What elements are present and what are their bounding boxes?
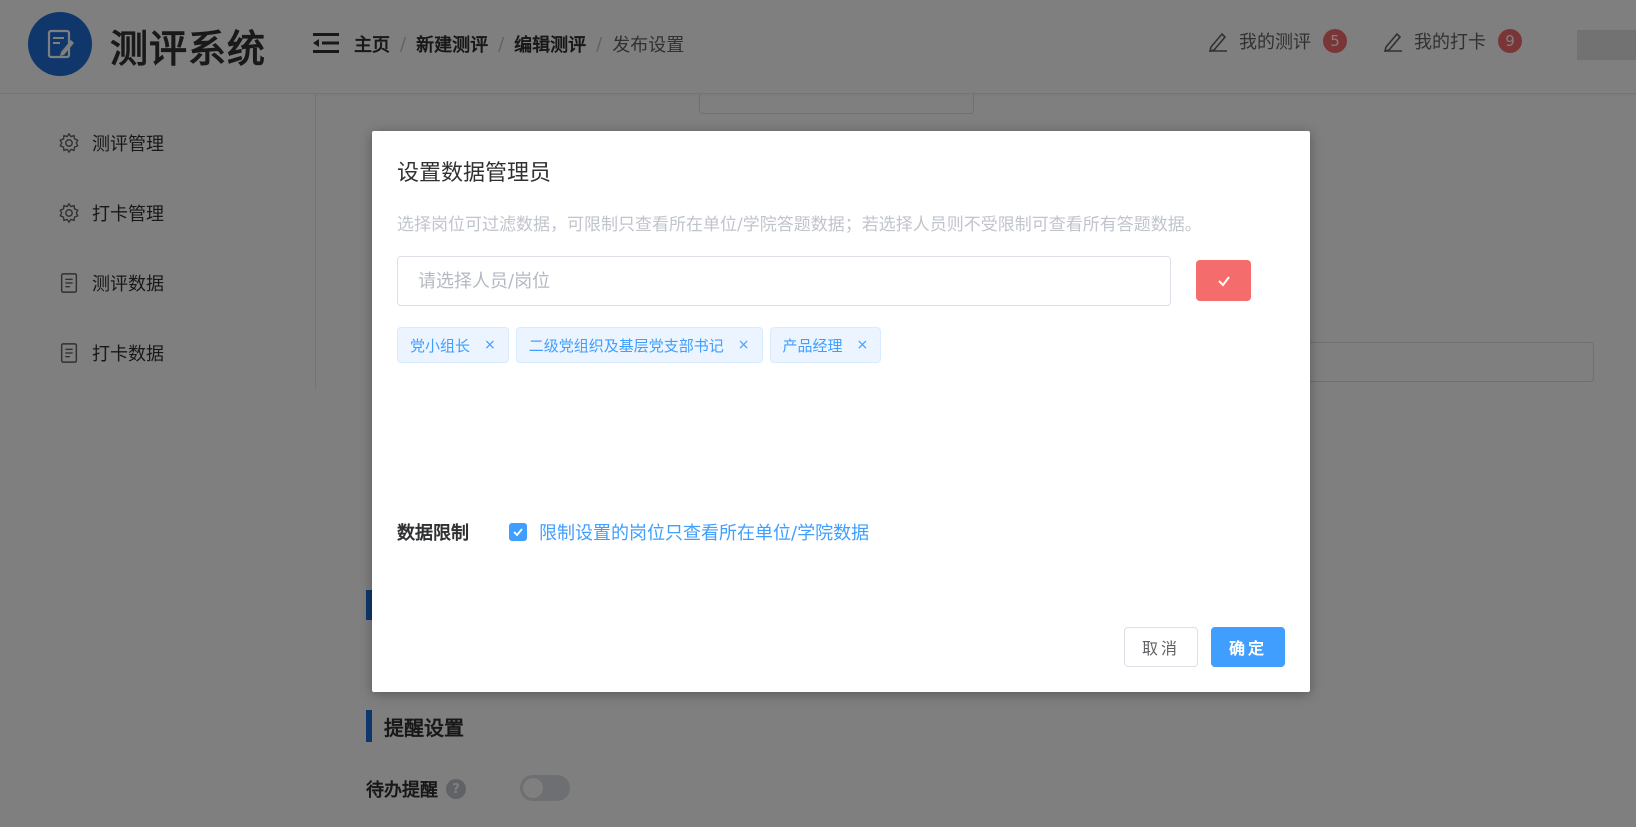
person-position-picker-input[interactable] [397, 256, 1171, 306]
tag-label: 二级党组织及基层党支部书记 [528, 336, 724, 355]
data-limit-checkbox[interactable] [509, 523, 527, 541]
tag-label: 产品经理 [782, 336, 843, 355]
close-icon[interactable]: × [857, 337, 869, 353]
data-limit-text[interactable]: 限制设置的岗位只查看所在单位/学院数据 [539, 519, 869, 545]
ok-button[interactable]: 确定 [1211, 627, 1285, 667]
selected-tag: 产品经理 × [769, 327, 882, 363]
set-data-admin-dialog: 设置数据管理员 选择岗位可过滤数据，可限制只查看所在单位/学院答题数据；若选择人… [372, 131, 1310, 692]
confirm-selection-button[interactable] [1196, 260, 1251, 301]
close-icon[interactable]: × [484, 337, 496, 353]
data-limit-label: 数据限制 [397, 523, 469, 544]
dialog-tip: 选择岗位可过滤数据，可限制只查看所在单位/学院答题数据；若选择人员则不受限制可查… [397, 215, 1202, 235]
selected-tags: 党小组长 × 二级党组织及基层党支部书记 × 产品经理 × [397, 327, 888, 363]
dialog-title: 设置数据管理员 [397, 161, 552, 186]
tag-label: 党小组长 [410, 336, 471, 355]
check-icon [513, 528, 523, 537]
data-limit-row: 数据限制 限制设置的岗位只查看所在单位/学院数据 [397, 519, 869, 545]
selected-tag: 党小组长 × [397, 327, 509, 363]
cancel-button[interactable]: 取消 [1124, 627, 1198, 667]
check-icon [1217, 275, 1230, 287]
close-icon[interactable]: × [738, 337, 750, 353]
selected-tag: 二级党组织及基层党支部书记 × [515, 327, 763, 363]
